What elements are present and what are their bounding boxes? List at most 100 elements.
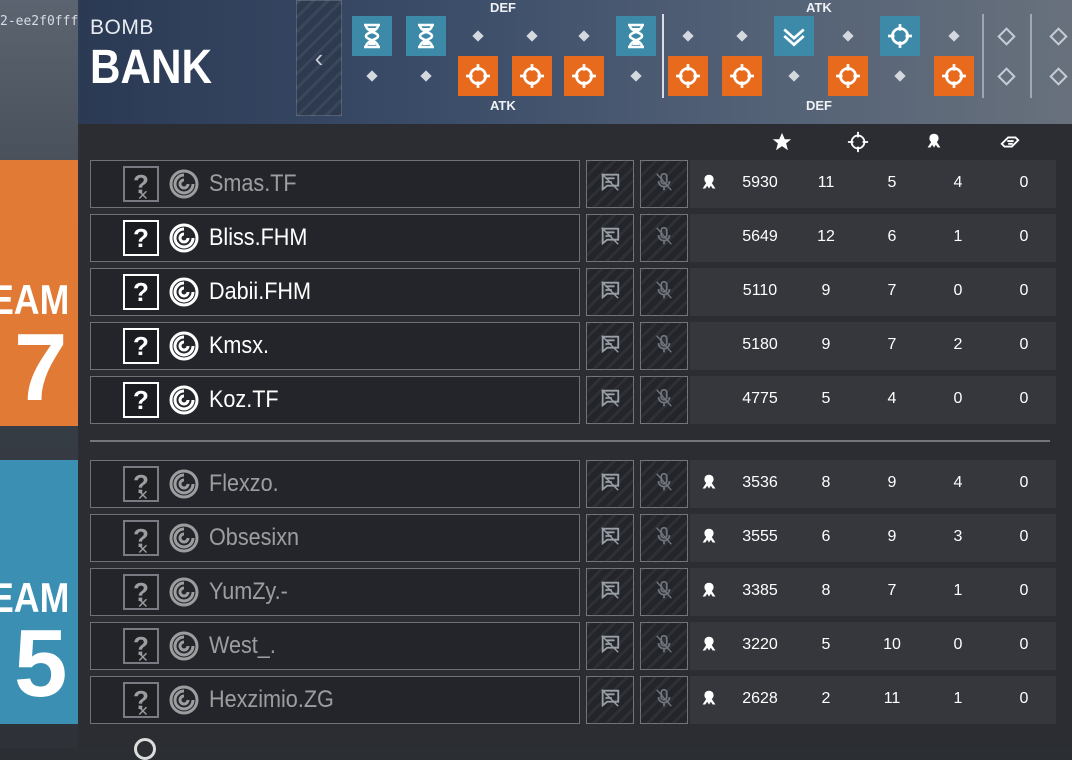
mute-chat-button[interactable] xyxy=(586,268,634,316)
kills-value: 2 xyxy=(821,690,831,707)
mute-voice-button[interactable] xyxy=(640,268,688,316)
kills-value: 6 xyxy=(821,528,831,545)
mute-voice-button[interactable] xyxy=(640,160,688,208)
round-crosshair-icon xyxy=(458,56,498,96)
mute-chat-button[interactable] xyxy=(586,322,634,370)
dead-skull-icon xyxy=(698,172,722,196)
mute-chat-button[interactable] xyxy=(586,676,634,724)
deaths-value: 4 xyxy=(887,390,897,407)
dead-skull-icon xyxy=(698,472,722,496)
operator-unknown-icon: ? xyxy=(123,328,159,364)
round-crosshair-icon xyxy=(668,56,708,96)
deaths-skull-icon xyxy=(922,130,946,154)
round-crosshair-icon xyxy=(564,56,604,96)
mute-chat-button[interactable] xyxy=(586,568,634,616)
ubisoft-icon xyxy=(169,631,199,661)
mute-voice-button[interactable] xyxy=(640,514,688,562)
mute-voice-button[interactable] xyxy=(640,460,688,508)
ubisoft-icon xyxy=(169,469,199,499)
player-name-box[interactable]: ? Koz.TF xyxy=(90,376,580,424)
player-name-box[interactable]: ? ✕ Smas.TF xyxy=(90,160,580,208)
mute-voice-button[interactable] xyxy=(640,214,688,262)
player-name-box[interactable]: ? ✕ Flexzo. xyxy=(90,460,580,508)
assists-value: 4 xyxy=(953,474,963,491)
player-row: ? Dabii.FHM 5110 9 7 0 0 xyxy=(90,268,1056,316)
round-empty-icon xyxy=(668,16,708,56)
extra-stat-value: 0 xyxy=(1019,528,1029,545)
score-value: 3555 xyxy=(742,528,778,545)
half-divider xyxy=(662,14,664,98)
extra-stat-value: 0 xyxy=(1019,582,1029,599)
ubisoft-icon xyxy=(169,223,199,253)
side-label-def-top: DEF xyxy=(490,0,516,15)
chat-muted-icon xyxy=(599,171,621,198)
kills-value: 12 xyxy=(817,228,835,245)
mic-muted-icon xyxy=(653,471,675,498)
side-label-def-bottom: DEF xyxy=(806,98,832,113)
round-crosshair-icon xyxy=(828,56,868,96)
player-row: ? ✕ Hexzimio.ZG 2628 2 11 1 0 xyxy=(90,676,1056,724)
score-star-icon xyxy=(770,130,794,154)
assists-value: 0 xyxy=(953,636,963,653)
operator-unknown-icon: ? ✕ xyxy=(123,628,159,665)
round-pending-icon xyxy=(986,56,1026,96)
deaths-value: 5 xyxy=(887,174,897,191)
round-crosshair-icon xyxy=(512,56,552,96)
kills-value: 8 xyxy=(821,474,831,491)
player-row: ? ✕ Flexzo. 3536 8 9 4 0 xyxy=(90,460,1056,508)
chevron-left-icon: ‹ xyxy=(314,42,324,73)
mute-voice-button[interactable] xyxy=(640,376,688,424)
round-defuser-icon xyxy=(774,16,814,56)
round-hourglass-icon xyxy=(352,16,392,56)
mute-chat-button[interactable] xyxy=(586,160,634,208)
ubisoft-icon xyxy=(169,685,199,715)
mute-chat-button[interactable] xyxy=(586,214,634,262)
mute-voice-button[interactable] xyxy=(640,322,688,370)
player-name-box[interactable]: ? Dabii.FHM xyxy=(90,268,580,316)
deaths-value: 7 xyxy=(887,336,897,353)
chat-muted-icon xyxy=(599,579,621,606)
team-panel-blue: EAM 5 xyxy=(0,460,78,724)
mic-muted-icon xyxy=(653,687,675,714)
player-name-box[interactable]: ? ✕ Hexzimio.ZG xyxy=(90,676,580,724)
extra-stat-value: 0 xyxy=(1019,336,1029,353)
round-empty-icon xyxy=(880,56,920,96)
round-empty-icon xyxy=(722,16,762,56)
dead-skull-icon xyxy=(698,580,722,604)
player-name: Flexzo. xyxy=(209,470,279,497)
player-name-box[interactable]: ? Kmsx. xyxy=(90,322,580,370)
ubisoft-icon xyxy=(169,523,199,553)
mute-chat-button[interactable] xyxy=(586,622,634,670)
mute-voice-button[interactable] xyxy=(640,622,688,670)
extra-stat-value: 0 xyxy=(1019,174,1029,191)
player-name: Dabii.FHM xyxy=(209,278,312,305)
score-value: 3385 xyxy=(742,582,778,599)
mute-voice-button[interactable] xyxy=(640,676,688,724)
deaths-value: 10 xyxy=(883,636,901,653)
player-name-box[interactable]: ? ✕ YumZy.- xyxy=(90,568,580,616)
mute-voice-button[interactable] xyxy=(640,568,688,616)
kills-value: 9 xyxy=(821,336,831,353)
mute-chat-button[interactable] xyxy=(586,376,634,424)
player-name-box[interactable]: ? ✕ Obsesixn xyxy=(90,514,580,562)
chat-muted-icon xyxy=(599,687,621,714)
map-name: BANK xyxy=(90,41,213,94)
chat-muted-icon xyxy=(599,225,621,252)
mute-chat-button[interactable] xyxy=(586,514,634,562)
chat-muted-icon xyxy=(599,471,621,498)
player-name-box[interactable]: ? ✕ West_. xyxy=(90,622,580,670)
side-label-atk-bottom: ATK xyxy=(490,98,516,113)
deaths-value: 7 xyxy=(887,282,897,299)
round-empty-icon xyxy=(406,56,446,96)
assists-value: 0 xyxy=(953,390,963,407)
mute-chat-button[interactable] xyxy=(586,460,634,508)
round-empty-icon xyxy=(512,16,552,56)
collapse-button[interactable]: ‹ xyxy=(296,0,342,116)
round-pending-icon xyxy=(986,16,1026,56)
side-label-atk-top: ATK xyxy=(806,0,832,15)
score-value: 5180 xyxy=(742,336,778,353)
round-empty-icon xyxy=(564,16,604,56)
player-name-box[interactable]: ? Bliss.FHM xyxy=(90,214,580,262)
player-name: YumZy.- xyxy=(209,578,288,605)
operator-unknown-icon: ? ✕ xyxy=(123,166,159,203)
